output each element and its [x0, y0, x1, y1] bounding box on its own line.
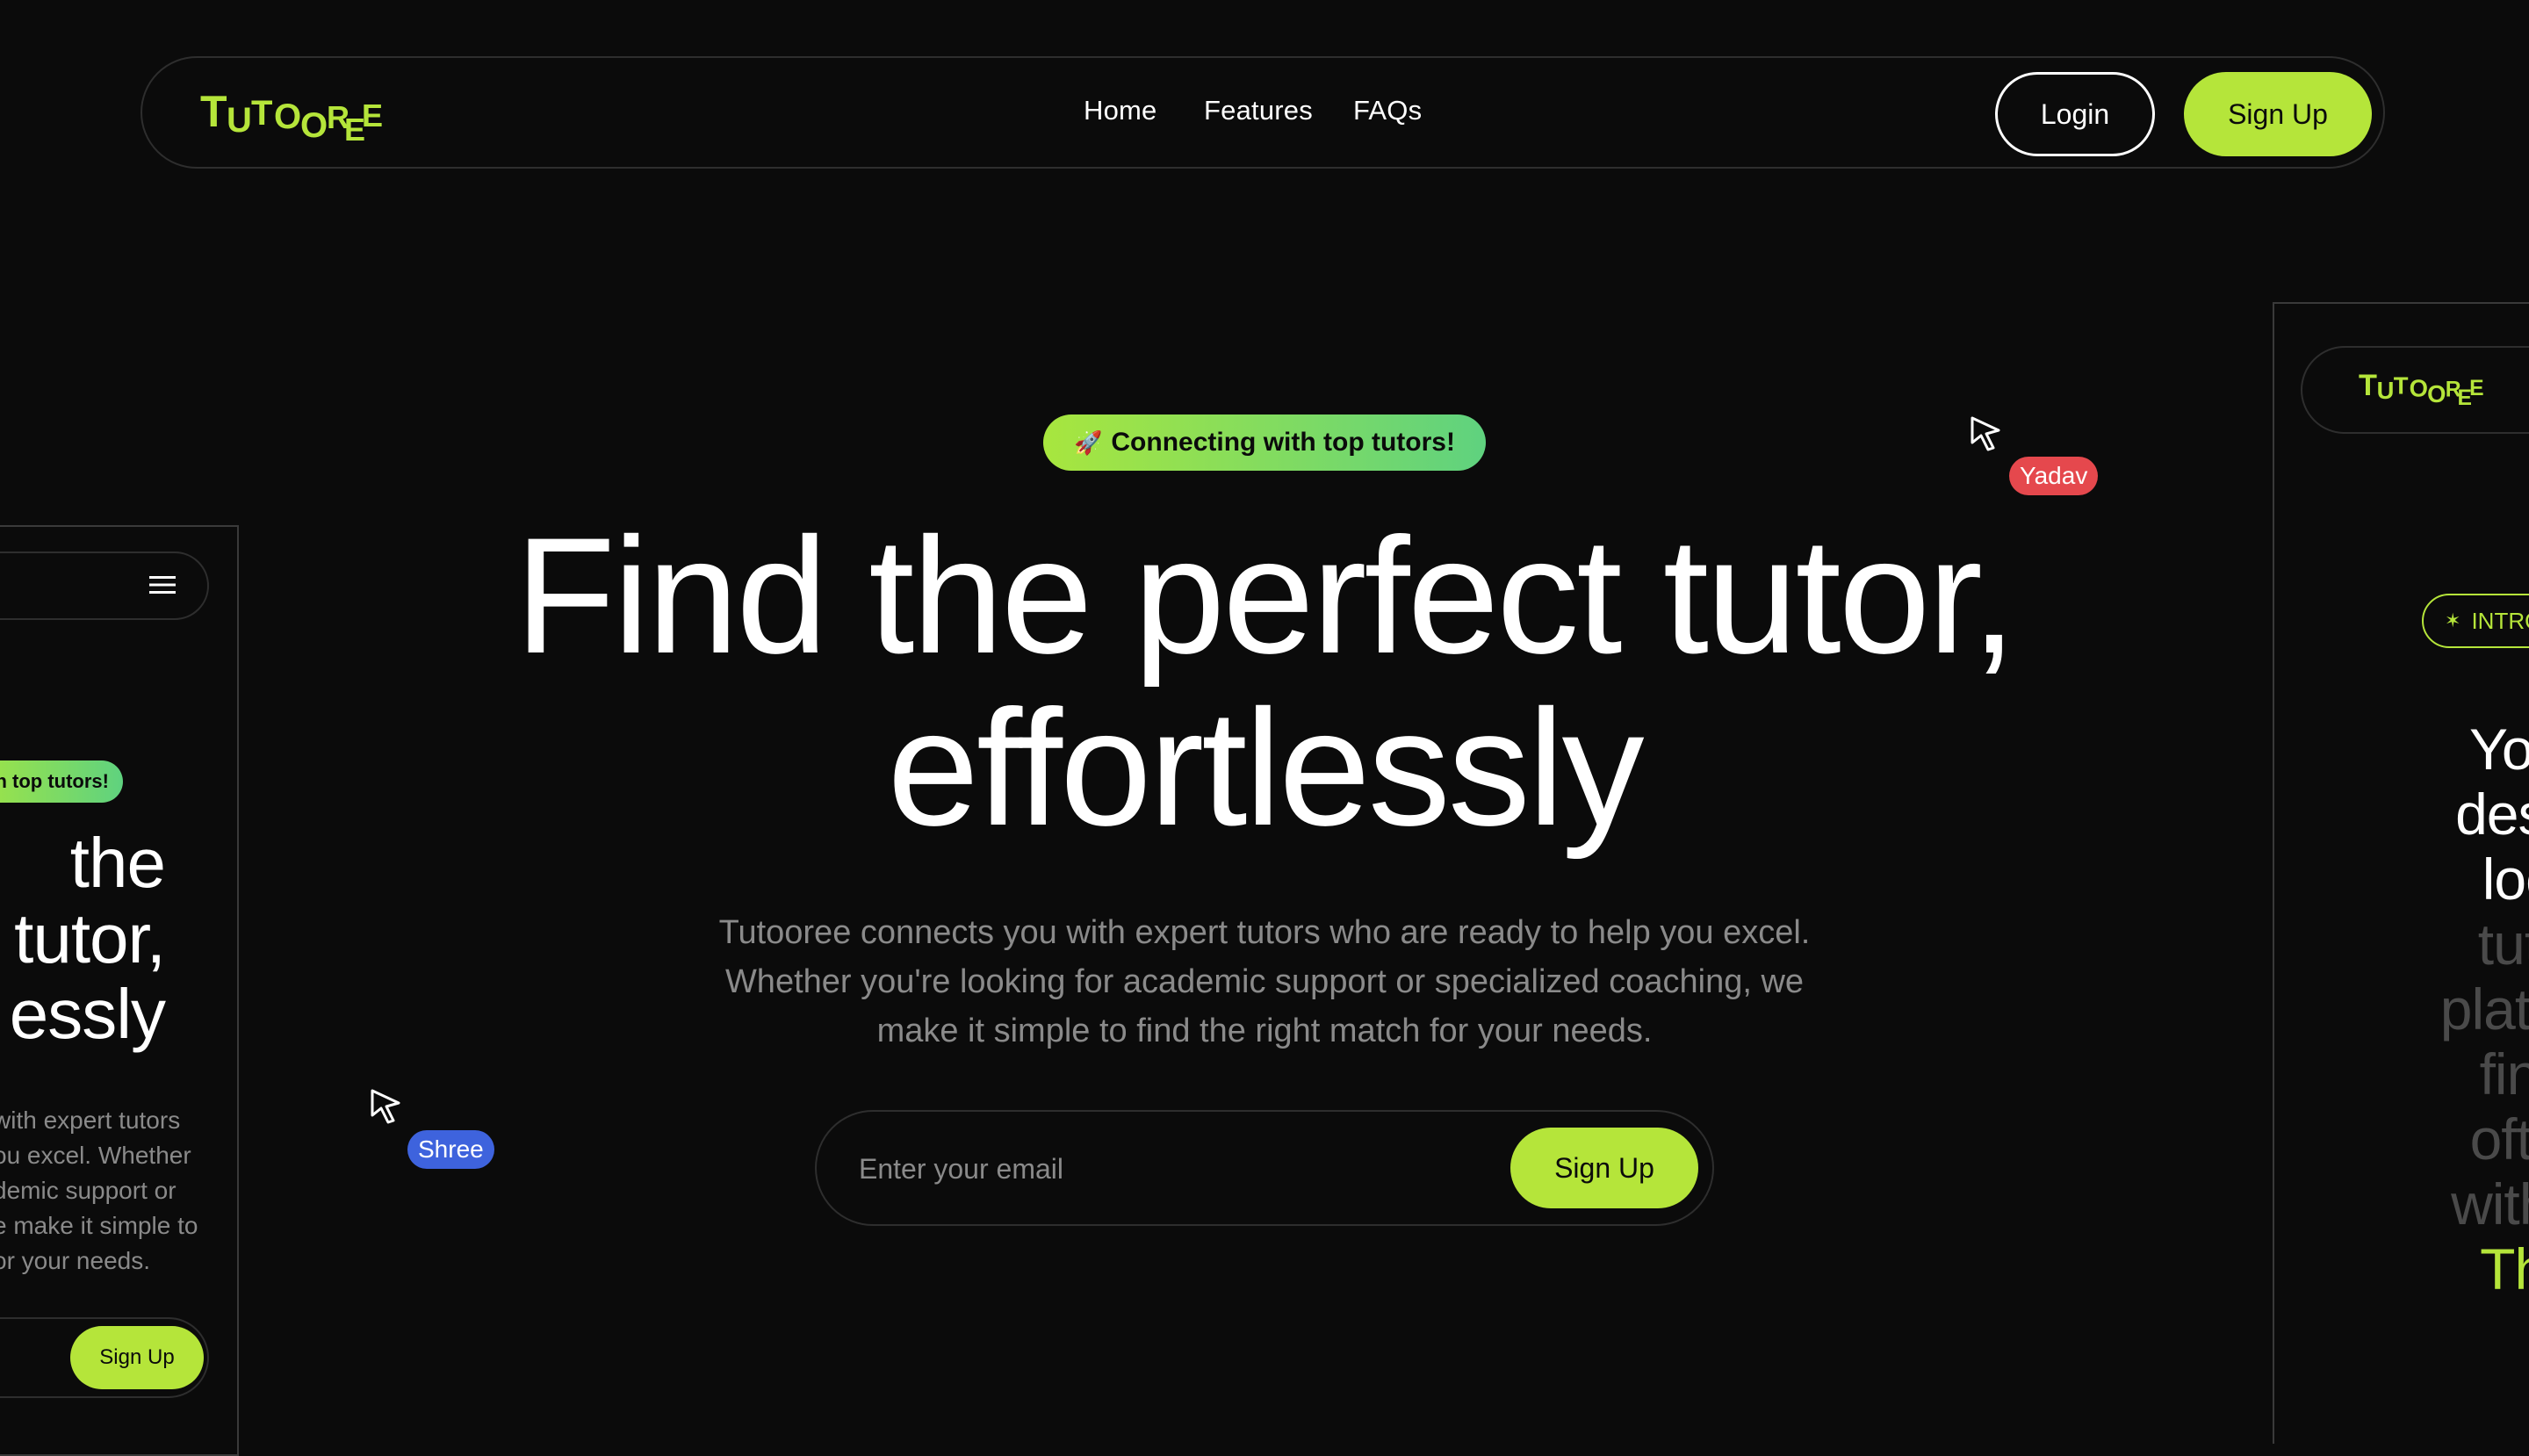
svg-text:E: E — [362, 97, 383, 133]
hero-subtext-line2: Whether you're looking for academic supp… — [724, 963, 1805, 1000]
hero-badge: 🚀 Connecting with top tutors! — [1043, 414, 1486, 471]
intro-line: T — [2274, 1301, 2529, 1366]
mobile-hero-badge: n top tutors! — [0, 760, 123, 803]
nav-link-home[interactable]: Home — [1084, 95, 1157, 126]
nav-link-faqs[interactable]: FAQs — [1353, 95, 1422, 126]
cursor-arrow-icon — [1971, 416, 2000, 451]
svg-text:T: T — [200, 87, 227, 136]
intro-body-text: Your le deserve lookin tutors, platforms… — [2274, 717, 2529, 1366]
intro-badge-text: INTRO — [2471, 607, 2529, 634]
tutooree-logo[interactable]: T U T O O R E E — [200, 86, 385, 144]
mobile-hero-headline: the tutor, essly — [0, 824, 166, 1053]
svg-text:O: O — [274, 97, 301, 136]
svg-text:O: O — [2410, 374, 2428, 401]
intro-line: Your le — [2468, 717, 2529, 782]
cursor-label-shree: Shree — [407, 1130, 494, 1169]
mobile-headline-line: essly — [9, 975, 166, 1053]
mobile-subtext-line: ou excel. Whether — [0, 1142, 191, 1169]
hamburger-menu-icon[interactable] — [149, 574, 176, 595]
intro-line: with unn — [2451, 1171, 2529, 1236]
intro-line: find th — [2479, 1042, 2529, 1106]
login-button[interactable]: Login — [1995, 72, 2155, 156]
tutooree-logo-small[interactable]: T U T O O R E E — [2359, 367, 2485, 407]
mobile-headline-line: tutor, — [14, 899, 166, 977]
intro-line: deserve — [2455, 782, 2529, 847]
hero-subtext-line1: Tutooree connects you with expert tutors… — [718, 914, 1811, 951]
hero-headline-line2: effortlessly — [887, 675, 1644, 860]
intro-line: tutors, — [2477, 912, 2529, 977]
svg-text:O: O — [2427, 380, 2446, 407]
intro-line: often o — [2469, 1106, 2529, 1171]
nav-signup-button[interactable]: Sign Up — [2184, 72, 2372, 156]
rocket-icon: 🚀 — [1074, 429, 1103, 456]
svg-text:U: U — [2377, 377, 2395, 404]
svg-text:T: T — [251, 94, 272, 133]
hero-badge-text: Connecting with top tutors! — [1111, 428, 1455, 457]
mobile-preview-right: T U T O O R E E ✶ INTRO Your le deserve … — [2273, 302, 2529, 1444]
intro-line-bright: looki — [2482, 847, 2529, 912]
nav-link-features[interactable]: Features — [1204, 95, 1313, 126]
mobile-subtext-line: with expert tutors — [0, 1106, 181, 1134]
email-input[interactable] — [857, 1142, 1475, 1196]
cursor-arrow-icon — [371, 1089, 400, 1124]
mobile-headline-line: the — [69, 824, 166, 902]
hero-headline: Find the perfect tutor, effortlessly — [386, 509, 2143, 854]
hero-headline-line1: Find the perfect tutor, — [515, 503, 2017, 688]
intro-line: platforms — [2439, 977, 2529, 1042]
hero-signup-button[interactable]: Sign Up — [1510, 1128, 1698, 1208]
mobile-subtext-line: or your needs. — [0, 1247, 150, 1274]
svg-text:O: O — [300, 106, 328, 144]
svg-text:E: E — [2469, 377, 2483, 400]
hero-subtext-line3: make it simple to find the right match f… — [876, 1013, 1653, 1049]
hero-subtext: Tutooree connects you with expert tutors… — [676, 908, 1853, 1056]
svg-text:T: T — [2359, 369, 2377, 402]
svg-text:T: T — [2394, 372, 2409, 400]
sparkle-icon: ✶ — [2445, 609, 2461, 631]
mobile-signup-button[interactable]: Sign Up — [70, 1326, 204, 1389]
mobile-subtext-line: demic support or — [0, 1177, 177, 1204]
cursor-label-yadav: Yadav — [2009, 457, 2099, 495]
intro-badge: ✶ INTRO — [2422, 594, 2529, 648]
intro-line: lookin — [2274, 847, 2529, 912]
mobile-hero-subtext: with expert tutors ou excel. Whether dem… — [0, 1103, 202, 1279]
svg-text:U: U — [227, 101, 252, 140]
mobile-subtext-line: e make it simple to — [0, 1212, 198, 1239]
mobile-preview-left: n top tutors! the tutor, essly with expe… — [0, 525, 239, 1456]
mobile-navbar — [0, 551, 209, 620]
intro-line: That's — [2480, 1236, 2529, 1301]
